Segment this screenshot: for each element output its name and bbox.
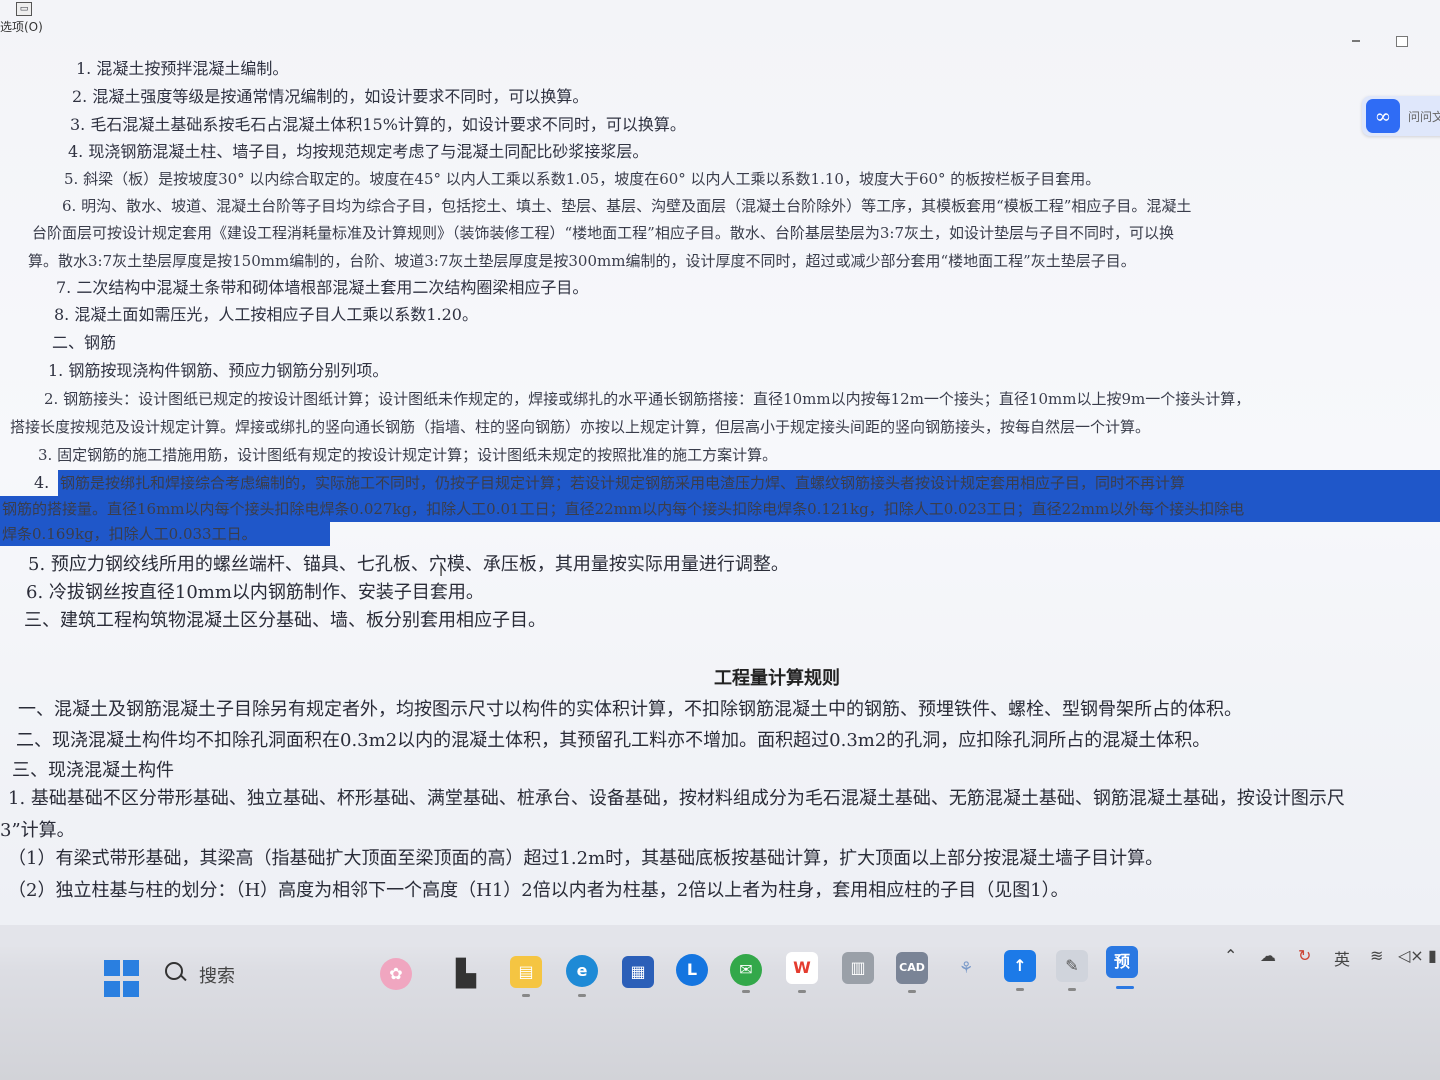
rules-title: 工程量计算规则 [714,668,840,689]
start-windows-icon[interactable] [104,960,142,998]
restore-icon[interactable] [1396,36,1408,47]
title-bar: ▭ 选项(O) [0,0,1440,47]
taskbar-strip [0,925,1440,947]
selected-text[interactable]: 钢筋是按绑扎和焊接综合考虑编制的，实际施工不同时，仍按子目规定计算；若设计规定钢… [60,472,1186,494]
doc-line: 6. 明沟、散水、坡道、混凝土台阶等子目均为综合子目，包括挖土、填土、垫层、基层… [62,197,1192,215]
cad-viewer-icon[interactable]: CAD [896,952,928,984]
calculator-icon[interactable]: ▥ [842,952,874,984]
doc-line: 1. 钢筋按现浇构件钢筋、预应力钢筋分别列项。 [48,361,389,380]
doc-line: （1）有梁式带形基础，其梁高（指基础扩大顶面至梁顶面的高）超过1.2m时，其基础… [8,848,1164,869]
running-indicator [908,990,916,993]
doc-line: 三、建筑工程构筑物混凝土区分基础、墙、板分别套用相应子目。 [24,610,546,631]
doc-line: 2. 混凝土强度等级是按通常情况编制的，如设计要求不同时，可以换算。 [72,87,589,106]
search-icon [165,962,183,980]
store-icon[interactable]: ▦ [622,956,654,988]
doc-line: 5. 预应力钢绞线所用的螺丝端杆、锚具、七孔板、穴模、承压板，其用量按实际用量进… [28,554,789,575]
document-window: ▭ 选项(O) ∞ 问问文 1. 混凝土按预拌混凝土编制。 2. 混凝土强度等级… [0,0,1440,925]
doc-line: 2. 钢筋接头：设计图纸已规定的按设计图纸计算；设计图纸未作规定的，焊接或绑扎的… [44,390,1251,408]
assistant-logo-icon: ∞ [1366,99,1400,133]
doc-line: 4. 现浇钢筋混凝土柱、墙子目，均按规范规定考虑了与混凝土同配比砂浆接浆层。 [68,142,649,161]
section-heading: 二、钢筋 [52,333,117,352]
doc-line: 搭接长度按规范及设计规定计算。焊接或绑扎的竖向通长钢筋（指墙、柱的竖向钢筋）亦按… [10,418,1151,436]
edge-browser-icon[interactable]: e [566,955,598,987]
doc-line: 3. 固定钢筋的施工措施用筋，设计图纸有规定的按设计规定计算；设计图纸未规定的按… [38,446,778,464]
task-view-icon[interactable]: ▙ [450,958,482,990]
onedrive-icon[interactable]: ☁ [1260,946,1276,965]
doc-line: 二、现浇混凝土构件均不扣除孔洞面积在0.3m2以内的混凝土体积，其预留孔工料亦不… [16,730,1211,751]
options-menu[interactable]: 选项(O) [0,18,43,35]
active-indicator [1116,986,1134,989]
doc-line: 算。散水3:7灰土垫层厚度是按150mm编制的，台阶、坡道3:7灰土垫层厚度是按… [28,252,1136,270]
wechat-icon[interactable]: ✉ [730,954,762,986]
options-icon[interactable]: ▭ [16,2,32,16]
lenovo-app-icon[interactable]: L [676,954,708,986]
doc-line: 1. 混凝土按预拌混凝土编制。 [76,59,289,78]
preview-app-icon[interactable]: 预 [1106,946,1138,978]
notes-icon[interactable]: ✎ [1056,950,1088,982]
doc-line: 6. 冷拔钢丝按直径10mm以内钢筋制作、安装子目套用。 [26,582,484,603]
widgets-icon[interactable]: ✿ [380,958,412,990]
running-indicator [1016,988,1024,991]
tencent-meeting-icon[interactable]: ↑ [1004,950,1036,982]
tray-expand-icon[interactable]: ⌃ [1224,946,1237,965]
network-disk-icon[interactable]: ⚘ [950,952,982,984]
assistant-label: 问问文 [1408,110,1440,124]
minimize-icon[interactable] [1352,40,1360,42]
text-cursor-icon: I [439,564,444,580]
doc-line: 1. 基础基础不区分带形基础、独立基础、杯形基础、满堂基础、桩承台、设备基础，按… [8,788,1345,809]
selected-text[interactable]: 钢筋的搭接量。直径16mm以内每个接头扣除电焊条0.027kg，扣除人工0.01… [2,498,1245,520]
doc-line: 7. 二次结构中混凝土条带和砌体墙根部混凝土套用二次结构圈梁相应子目。 [56,278,589,297]
running-indicator [522,994,530,997]
doc-line: 8. 混凝土面如需压光，人工按相应子目人工乘以系数1.20。 [54,305,478,324]
battery-icon[interactable]: ▮ [1428,946,1437,965]
doc-line: （2）独立柱基与柱的划分：（H）高度为相邻下一个高度（H1）2倍以内者为柱基，2… [8,880,1069,901]
volume-muted-icon[interactable]: ◁× [1398,946,1424,965]
doc-line: 台阶面层可按设计规定套用《建设工程消耗量标准及计算规则》（装饰装修工程）“楼地面… [32,224,1174,242]
input-language[interactable]: 英 [1334,946,1350,970]
doc-line: 一、混凝土及钢筋混凝土子目除另有规定者外，均按图示尺寸以构件的实体积计算，不扣除… [18,699,1242,720]
running-indicator [578,994,586,997]
doc-line: 5. 斜梁（板）是按坡度30° 以内综合取定的。坡度在45° 以内人工乘以系数1… [64,170,1101,188]
file-explorer-icon[interactable]: ▤ [510,956,542,988]
wifi-icon[interactable]: ≋ [1370,946,1383,965]
running-indicator [1068,988,1076,991]
taskbar-search[interactable]: 搜索 [165,960,345,992]
search-label: 搜索 [199,966,235,987]
running-indicator [742,990,750,993]
wps-office-icon[interactable]: W [786,952,818,984]
running-indicator [798,990,806,993]
list-number: 4. [34,473,50,492]
assistant-widget[interactable]: ∞ 问问文 [1362,96,1440,136]
sync-icon[interactable]: ↻ [1298,946,1311,965]
doc-line: 3”计算。 [0,820,75,841]
selected-text[interactable]: 焊条0.169kg，扣除人工0.033工日。 [2,523,257,545]
doc-line: 3. 毛石混凝土基础系按毛石占混凝土体积15%计算的，如设计要求不同时，可以换算… [70,115,686,134]
doc-line: 三、现浇混凝土构件 [12,760,174,781]
